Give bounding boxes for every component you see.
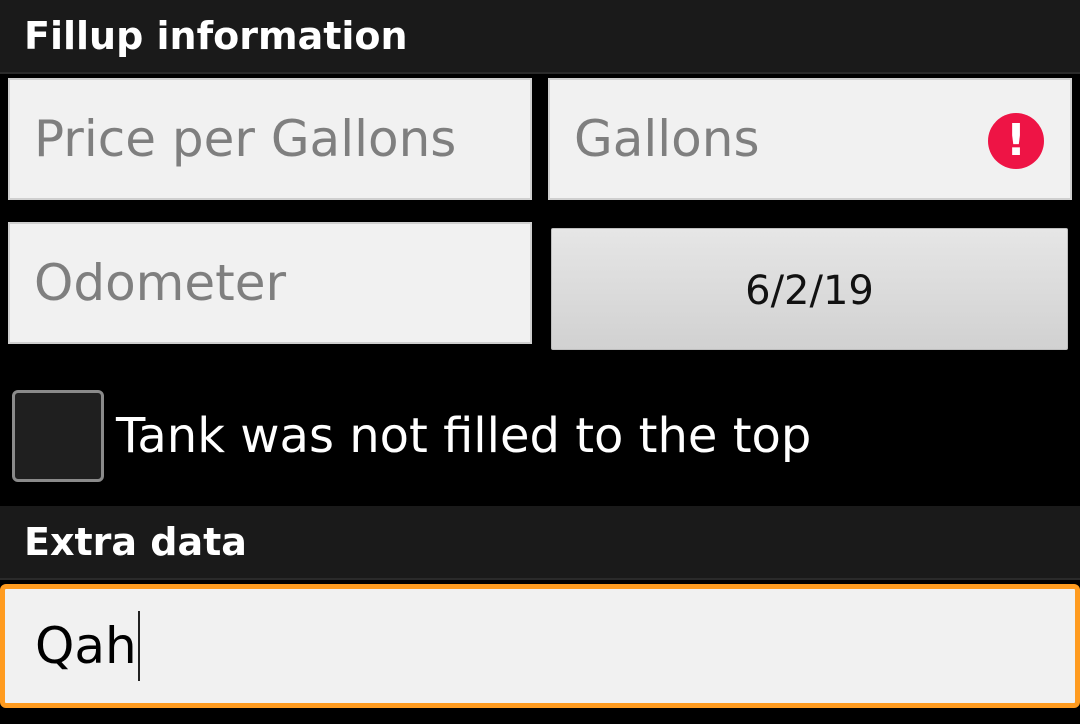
tank-not-full-label[interactable]: Tank was not filled to the top: [116, 404, 811, 468]
fillup-information-title: Fillup information: [24, 14, 408, 58]
extra-data-title: Extra data: [24, 520, 247, 564]
odometer-input[interactable]: Odometer: [8, 222, 532, 344]
extra-data-header: Extra data: [0, 506, 1080, 580]
price-per-gallon-input[interactable]: Price per Gallons: [8, 78, 532, 200]
error-icon[interactable]: !: [988, 113, 1044, 169]
price-per-gallon-placeholder: Price per Gallons: [34, 110, 457, 168]
extra-data-input[interactable]: Qah: [0, 584, 1080, 708]
date-button-label: 6/2/19: [745, 268, 874, 314]
gallons-placeholder: Gallons: [574, 110, 760, 168]
gallons-input[interactable]: Gallons !: [548, 78, 1072, 200]
fillup-screen: Fillup information Price per Gallons Gal…: [0, 0, 1080, 724]
date-picker-button[interactable]: 6/2/19: [551, 228, 1068, 350]
tank-not-full-checkbox[interactable]: [12, 390, 104, 482]
extra-data-value: Qah: [35, 617, 137, 675]
odometer-placeholder: Odometer: [34, 254, 287, 312]
fillup-information-header: Fillup information: [0, 0, 1080, 74]
text-cursor: [137, 611, 140, 681]
